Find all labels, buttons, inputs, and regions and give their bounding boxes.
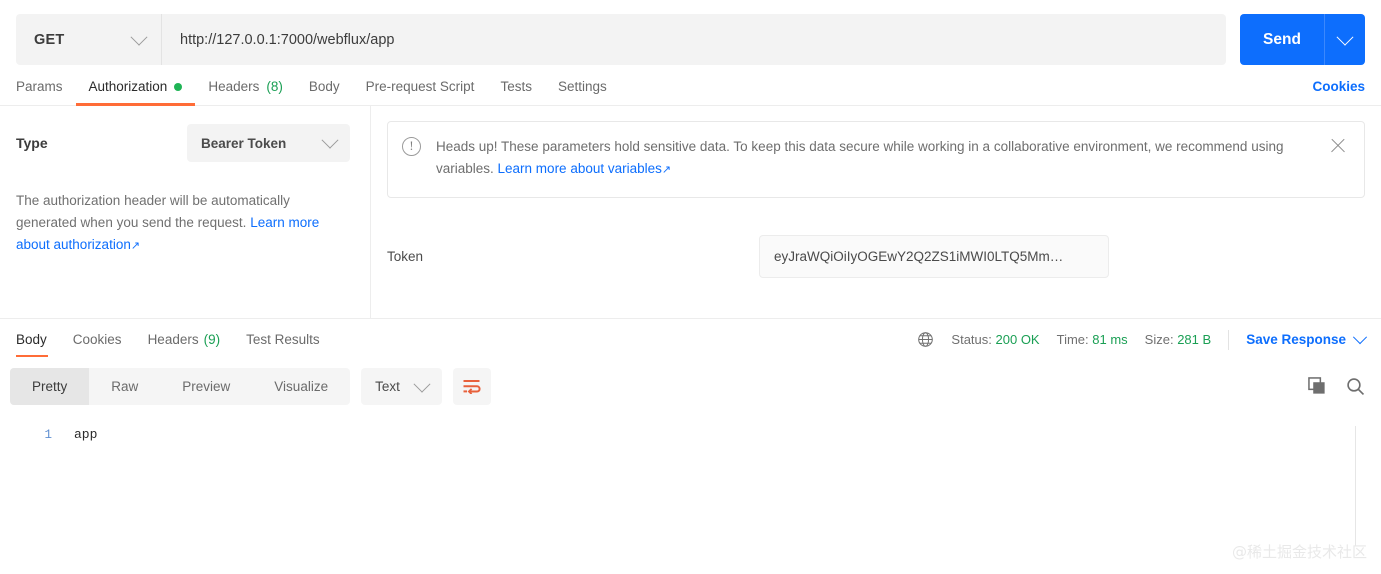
status-value: 200 OK <box>995 332 1040 347</box>
globe-icon <box>918 332 934 347</box>
time-label: Time: <box>1056 332 1089 347</box>
tab-body[interactable]: Body <box>296 68 353 106</box>
tab-label: Test Results <box>246 332 320 347</box>
token-label: Token <box>387 249 424 264</box>
chevron-down-icon <box>1336 28 1354 46</box>
cookies-link[interactable]: Cookies <box>1312 79 1365 94</box>
chevron-down-icon <box>1352 329 1368 344</box>
tab-label: Body <box>16 332 47 347</box>
word-wrap-icon <box>463 380 481 394</box>
minimap-divider <box>1355 426 1356 546</box>
tab-label: Settings <box>557 79 607 94</box>
tab-label: Headers <box>208 79 260 94</box>
tab-params[interactable]: Params <box>16 68 76 106</box>
send-options-button[interactable] <box>1324 14 1365 65</box>
learn-more-variables-link[interactable]: Learn more about variables↗ <box>498 161 672 176</box>
chevron-down-icon <box>413 375 431 393</box>
view-mode-raw[interactable]: Raw <box>89 368 160 405</box>
close-icon[interactable] <box>1330 138 1346 154</box>
send-group: Send <box>1240 14 1365 65</box>
copy-button[interactable] <box>1308 377 1327 396</box>
view-mode-group: Pretty Raw Preview Visualize <box>10 368 351 405</box>
line-content: app <box>74 427 98 442</box>
chevron-down-icon <box>130 28 148 46</box>
auth-type-value: Bearer Token <box>201 135 287 151</box>
response-tab-body[interactable]: Body <box>16 319 60 360</box>
tab-count: (8) <box>266 79 283 94</box>
code-line: 1 app <box>0 425 1381 445</box>
size-value: 281 B <box>1177 332 1212 347</box>
chevron-down-icon <box>321 131 339 149</box>
watermark: @稀土掘金技术社区 <box>1231 543 1367 561</box>
save-response-button[interactable]: Save Response <box>1246 329 1368 347</box>
token-input[interactable]: eyJraWQiOiIyOGEwY2Q2ZS1iMWI0LTQ5Mm… <box>759 235 1109 278</box>
token-value: eyJraWQiOiIyOGEwY2Q2ZS1iMWI0LTQ5Mm… <box>774 249 1064 264</box>
response-body-viewer[interactable]: 1 app <box>0 414 1381 546</box>
tab-headers[interactable]: Headers (8) <box>195 68 296 106</box>
sensitive-data-notice: ! Heads up! These parameters hold sensit… <box>387 121 1365 198</box>
view-mode-preview[interactable]: Preview <box>160 368 252 405</box>
status-dot-icon <box>174 82 183 91</box>
response-tabs: Body Cookies Headers (9) Test Results St… <box>0 319 1381 360</box>
view-mode-visualize[interactable]: Visualize <box>252 368 350 405</box>
response-time: Time: 81 ms <box>1057 332 1128 347</box>
tab-label: Pre-request Script <box>365 79 475 94</box>
auth-type-label: Type <box>16 135 48 151</box>
status-code: Status: 200 OK <box>951 332 1039 347</box>
tab-label: Params <box>16 79 63 94</box>
info-circle-icon: ! <box>402 137 421 156</box>
auth-params-panel: ! Heads up! These parameters hold sensit… <box>371 106 1381 318</box>
request-tabs: Params Authorization Headers (8) Body Pr… <box>0 68 1381 106</box>
notice-text: Heads up! These parameters hold sensitiv… <box>436 136 1316 181</box>
http-method-select[interactable]: GET <box>16 14 162 65</box>
body-actions <box>1308 377 1365 396</box>
size-label: Size: <box>1144 332 1174 347</box>
method-url-group: GET <box>16 14 1226 65</box>
save-response-label: Save Response <box>1246 332 1346 347</box>
tab-authorization[interactable]: Authorization <box>75 68 196 106</box>
auth-type-panel: Type Bearer Token The authorization head… <box>0 106 371 318</box>
learn-more-variables-label: Learn more about variables <box>497 161 662 177</box>
send-button[interactable]: Send <box>1240 14 1324 65</box>
tab-label: Authorization <box>88 79 168 94</box>
status-label: Status: <box>951 332 992 347</box>
word-wrap-button[interactable] <box>452 368 491 405</box>
auth-type-select[interactable]: Bearer Token <box>187 124 350 162</box>
response-format-value: Text <box>375 379 400 394</box>
search-button[interactable] <box>1346 377 1365 396</box>
http-method-label: GET <box>34 31 65 48</box>
divider <box>1228 329 1230 350</box>
auth-description-text: The authorization header will be automat… <box>16 193 290 230</box>
time-value: 81 ms <box>1092 332 1128 347</box>
tab-settings[interactable]: Settings <box>545 68 620 106</box>
external-link-icon: ↗ <box>661 164 672 177</box>
response-size: Size: 281 B <box>1145 332 1212 347</box>
token-row: Token eyJraWQiOiIyOGEwY2Q2ZS1iMWI0LTQ5Mm… <box>387 235 1365 278</box>
request-bar: GET Send <box>0 0 1381 68</box>
tab-label: Tests <box>500 79 532 94</box>
response-tab-cookies[interactable]: Cookies <box>60 319 135 360</box>
tab-label: Cookies <box>72 332 122 347</box>
response-tab-headers[interactable]: Headers (9) <box>135 319 234 360</box>
request-url-input[interactable] <box>162 14 1226 65</box>
external-link-icon: ↗ <box>130 239 141 252</box>
search-icon <box>1347 378 1365 396</box>
copy-icon <box>1308 377 1325 394</box>
auth-type-row: Type Bearer Token <box>16 124 350 162</box>
response-tab-test-results[interactable]: Test Results <box>233 319 333 360</box>
tab-count: (9) <box>203 332 221 347</box>
tab-pre-request-script[interactable]: Pre-request Script <box>353 68 488 106</box>
auth-description: The authorization header will be automat… <box>16 190 350 256</box>
authorization-panel: Type Bearer Token The authorization head… <box>0 106 1381 319</box>
response-status-group: Status: 200 OK Time: 81 ms Size: 281 B S… <box>917 329 1368 350</box>
tab-tests[interactable]: Tests <box>487 68 545 106</box>
line-number: 1 <box>44 428 52 442</box>
response-format-select[interactable]: Text <box>361 368 442 405</box>
view-mode-pretty[interactable]: Pretty <box>10 368 90 405</box>
tab-label: Headers <box>147 332 199 347</box>
response-body-toolbar: Pretty Raw Preview Visualize Text <box>0 360 1381 414</box>
tab-label: Body <box>308 79 340 94</box>
